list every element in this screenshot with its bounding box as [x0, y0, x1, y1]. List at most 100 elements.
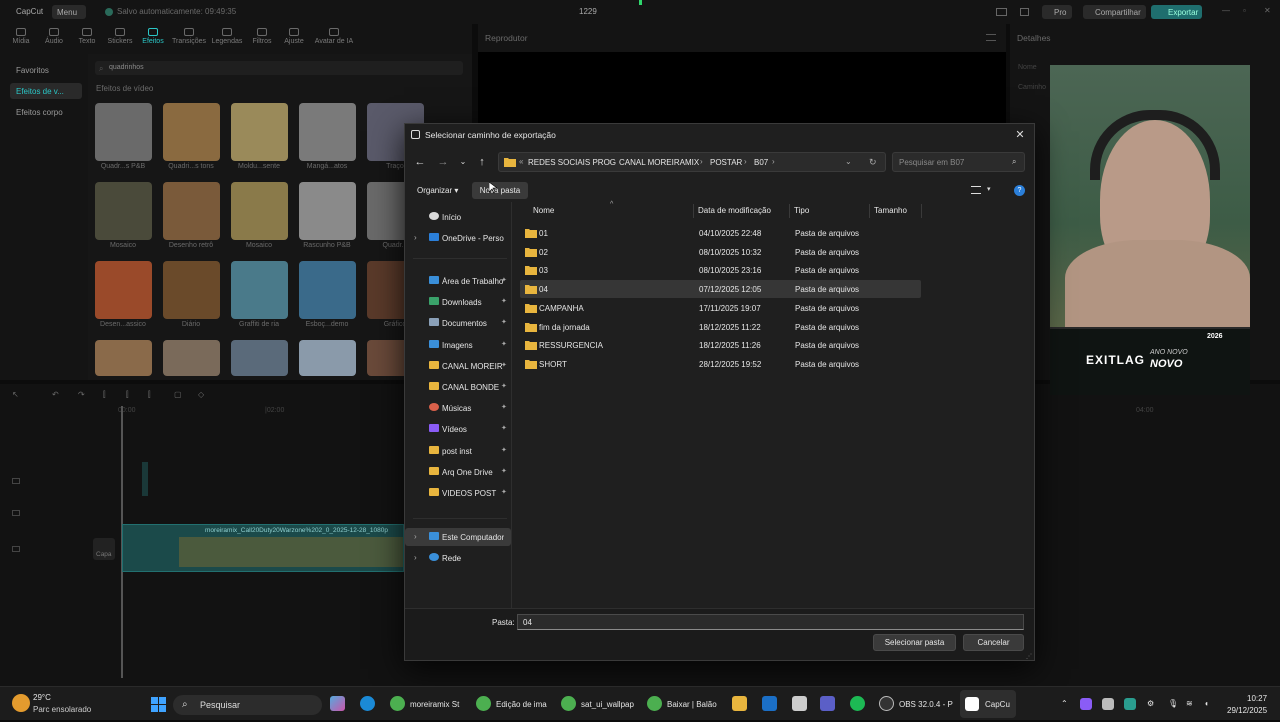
- tray-app-icon[interactable]: [1102, 698, 1114, 710]
- taskbar-app[interactable]: moreiramix St: [410, 700, 459, 716]
- tool-audio[interactable]: Áudio: [37, 28, 71, 45]
- chrome-icon[interactable]: [476, 696, 491, 711]
- category-favorites[interactable]: Favoritos: [10, 62, 82, 78]
- taskbar-active-app[interactable]: CapCu: [960, 690, 1016, 718]
- folder-row[interactable]: CAMPANHA 17/11/2025 19:07 Pasta de arquivo…: [520, 299, 921, 317]
- tool-ai-avatar[interactable]: Avatar de IA: [312, 28, 356, 45]
- nav-item[interactable]: Downloads ✦: [405, 293, 511, 311]
- tool-captions[interactable]: Legendas: [210, 28, 244, 45]
- effects-search-input[interactable]: ⌕ quadrinhos: [95, 61, 463, 75]
- edge-icon[interactable]: [360, 696, 375, 711]
- column-divider[interactable]: [789, 204, 790, 218]
- chrome-icon[interactable]: [561, 696, 576, 711]
- nav-item[interactable]: Imagens ✦: [405, 336, 511, 354]
- dialog-close-button[interactable]: ✕: [1014, 129, 1026, 141]
- column-divider[interactable]: [869, 204, 870, 218]
- effect-thumbnail[interactable]: [163, 182, 220, 240]
- effect-thumbnail[interactable]: [231, 182, 288, 240]
- redo-icon[interactable]: ↷: [78, 390, 85, 399]
- breadcrumb-item[interactable]: POSTAR: [710, 158, 742, 167]
- address-bar[interactable]: « REDES SOCIAIS PROG › CANAL MOREIRAMIX …: [498, 152, 886, 172]
- cancel-button[interactable]: Cancelar: [963, 634, 1024, 651]
- volume-icon[interactable]: ◖: [1204, 699, 1209, 715]
- column-date[interactable]: Data de modificação: [698, 206, 771, 215]
- folder-row[interactable]: 04 07/12/2025 12:05 Pasta de arquivos: [520, 280, 921, 299]
- back-arrow-icon[interactable]: ←: [412, 154, 428, 170]
- nav-item[interactable]: Início: [405, 208, 511, 226]
- player-menu-icon[interactable]: [986, 34, 996, 41]
- folder-row[interactable]: 01 04/10/2025 22:48 Pasta de arquivos: [520, 224, 921, 242]
- audio-clip[interactable]: [142, 462, 148, 496]
- breadcrumb-item[interactable]: CANAL MOREIRAMIX: [619, 158, 699, 167]
- view-options-icon[interactable]: [971, 186, 981, 194]
- organize-menu[interactable]: Organizar ▾: [417, 186, 458, 195]
- microphone-icon[interactable]: 🎙: [1168, 699, 1178, 715]
- minimize-icon[interactable]: —: [1222, 6, 1230, 15]
- tool-stickers[interactable]: Stickers: [103, 28, 137, 45]
- close-app-icon[interactable]: ✕: [1264, 6, 1271, 15]
- column-divider[interactable]: [693, 204, 694, 218]
- notepad-icon[interactable]: [792, 696, 807, 711]
- tool-media[interactable]: Mídia: [4, 28, 38, 45]
- nav-item[interactable]: › Rede: [405, 549, 511, 567]
- effect-thumbnail[interactable]: [163, 103, 220, 161]
- up-arrow-icon[interactable]: ↑: [474, 154, 490, 170]
- network-icon[interactable]: ⚙: [1147, 699, 1154, 715]
- taskbar-app[interactable]: Baixar | Balão: [667, 700, 717, 716]
- copilot-icon[interactable]: [330, 696, 345, 711]
- tool-text[interactable]: Texto: [70, 28, 104, 45]
- taskbar-app[interactable]: sat_ui_wallpap: [581, 700, 634, 716]
- nav-item[interactable]: Músicas ✦: [405, 399, 511, 417]
- expand-chevron-icon[interactable]: ›: [414, 553, 417, 562]
- wifi-icon[interactable]: ≋: [1186, 699, 1193, 715]
- effect-thumbnail[interactable]: [299, 340, 356, 376]
- marker-icon[interactable]: ◇: [198, 390, 204, 399]
- effect-thumbnail[interactable]: [95, 261, 152, 319]
- layout-icon[interactable]: [996, 8, 1007, 16]
- help-icon[interactable]: ?: [1014, 185, 1025, 196]
- pro-button[interactable]: Pro: [1042, 5, 1072, 19]
- new-folder-button[interactable]: Nova pasta: [472, 182, 528, 199]
- column-type[interactable]: Tipo: [794, 206, 809, 215]
- resize-grip-icon[interactable]: ⋰: [1026, 653, 1032, 660]
- nav-item[interactable]: › OneDrive - Persona: [405, 229, 511, 247]
- split-icon[interactable]: ⫿: [103, 390, 106, 400]
- expand-chevron-icon[interactable]: ›: [414, 233, 417, 242]
- windows-start-icon[interactable]: [151, 697, 166, 712]
- folder-row[interactable]: RESSURGENCIA 18/12/2025 11:26 Pasta de arq…: [520, 336, 921, 354]
- folder-row[interactable]: fim da jornada 18/12/2025 11:22 Pasta de a…: [520, 318, 921, 336]
- select-tool-icon[interactable]: ↖: [12, 390, 19, 399]
- effect-thumbnail[interactable]: [163, 340, 220, 376]
- folder-row[interactable]: SHORT 28/12/2025 19:52 Pasta de arquivos: [520, 355, 921, 373]
- folder-row[interactable]: 02 08/10/2025 10:32 Pasta de arquivos: [520, 243, 921, 261]
- effect-thumbnail[interactable]: [163, 261, 220, 319]
- taskbar-app[interactable]: OBS 32.0.4 - P: [899, 700, 953, 716]
- spotify-icon[interactable]: [850, 696, 865, 711]
- taskbar-app[interactable]: Edição de ima: [496, 700, 547, 716]
- file-explorer-icon[interactable]: [732, 696, 747, 711]
- video-clip[interactable]: moreiramix_Call20Duty20Warzone%202_0_202…: [122, 524, 404, 572]
- breadcrumb-overflow[interactable]: «: [519, 157, 523, 166]
- breadcrumb-item[interactable]: REDES SOCIAIS PROG: [528, 158, 616, 167]
- split-right-icon[interactable]: ⫿: [148, 390, 151, 400]
- breadcrumb-separator[interactable]: ›: [772, 157, 775, 166]
- nav-item[interactable]: Arq One Drive ✦: [405, 463, 511, 481]
- folder-row[interactable]: 03 08/10/2025 23:16 Pasta de arquivos: [520, 261, 921, 279]
- effect-thumbnail[interactable]: [95, 182, 152, 240]
- nav-item[interactable]: CANAL BONDE ✦: [405, 378, 511, 396]
- nav-item[interactable]: Documentos ✦: [405, 314, 511, 332]
- folder-name-input[interactable]: 04: [517, 614, 1024, 630]
- weather-desc[interactable]: Parc ensolarado: [33, 705, 91, 721]
- effect-thumbnail[interactable]: [231, 340, 288, 376]
- tool-effects[interactable]: Efeitos: [136, 28, 170, 45]
- category-body-effects[interactable]: Efeitos corpo: [10, 104, 82, 120]
- split-left-icon[interactable]: ⫿: [126, 390, 129, 400]
- category-video-effects[interactable]: Efeitos de v...: [10, 83, 82, 99]
- taskbar-search[interactable]: ⌕ Pesquisar: [173, 695, 322, 715]
- outlook-icon[interactable]: [762, 696, 777, 711]
- nav-item[interactable]: Área de Trabalho ✦: [405, 272, 511, 290]
- nav-item[interactable]: › Este Computador: [405, 528, 511, 546]
- export-button[interactable]: Exportar: [1151, 5, 1202, 19]
- effect-thumbnail[interactable]: [231, 103, 288, 161]
- select-folder-button[interactable]: Selecionar pasta: [873, 634, 956, 651]
